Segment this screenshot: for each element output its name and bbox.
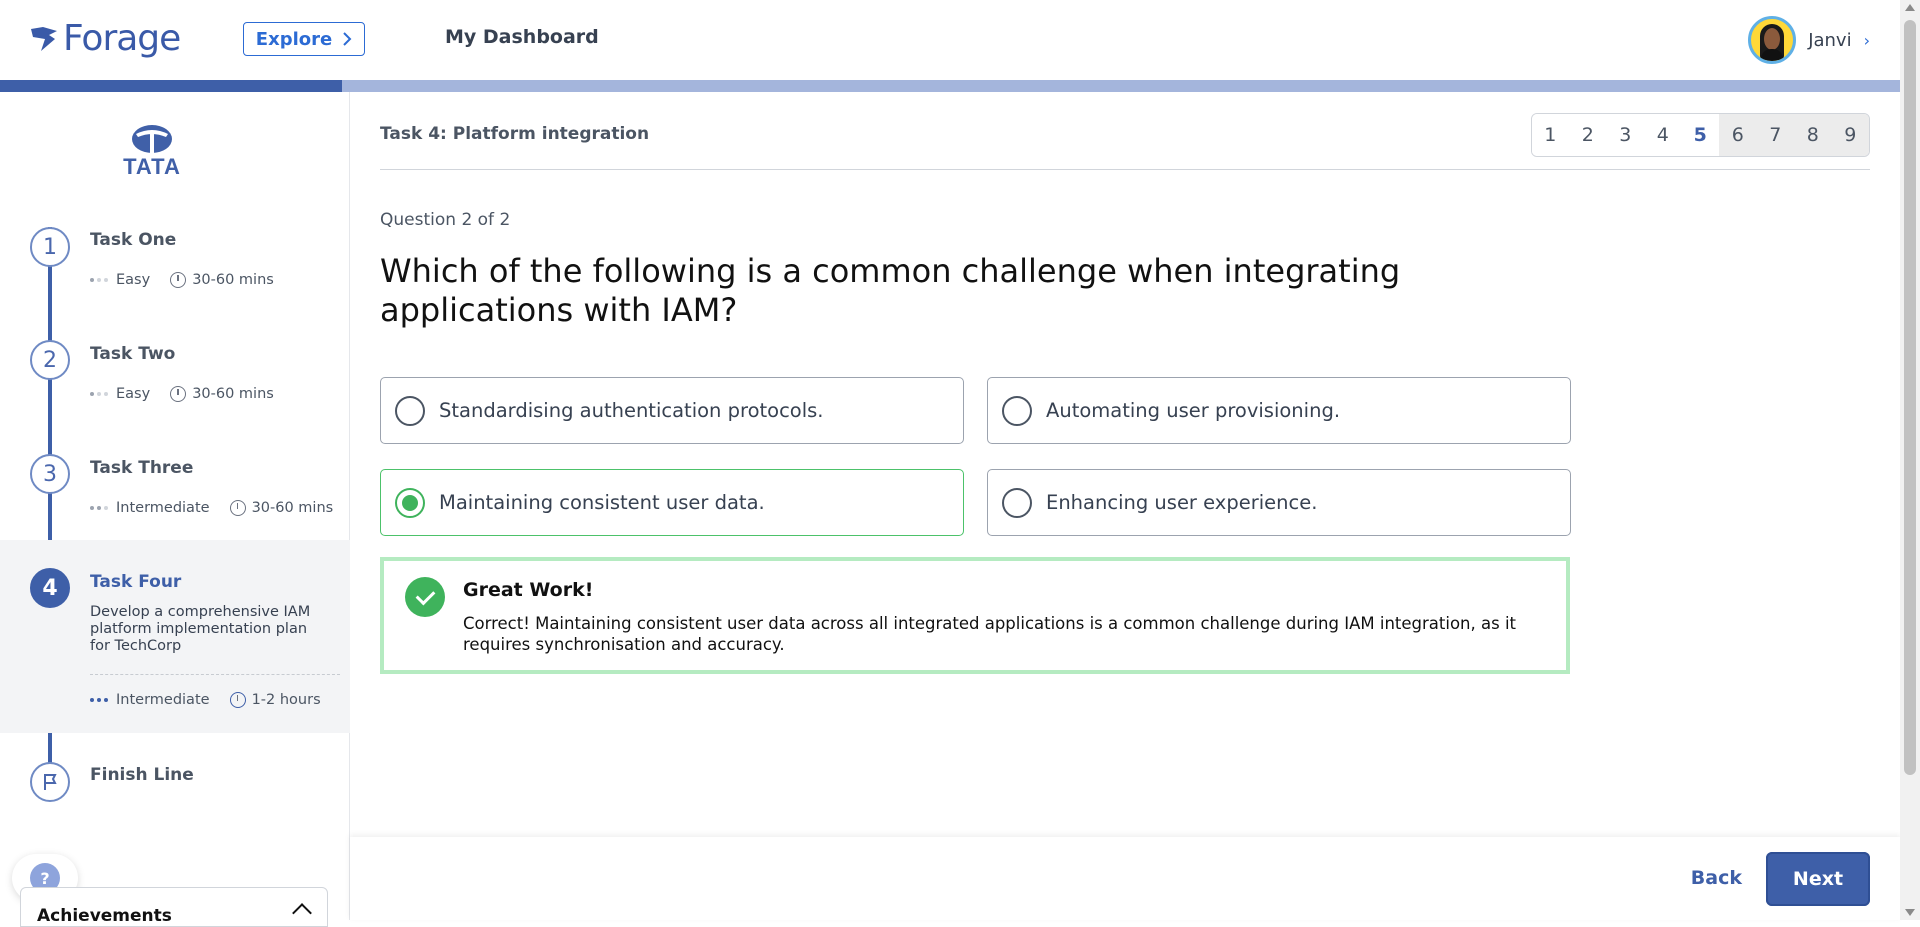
- question-count: Question 2 of 2: [380, 210, 511, 230]
- pager-step-6[interactable]: 6: [1719, 114, 1757, 156]
- scroll-down-icon[interactable]: [1905, 909, 1915, 916]
- task-number: 1: [30, 227, 70, 267]
- difficulty-label: Easy: [116, 386, 151, 402]
- difficulty-dots-icon: [90, 698, 108, 702]
- duration-label: 30-60 mins: [251, 500, 334, 516]
- answer-option-2[interactable]: Automating user provisioning.: [987, 377, 1571, 444]
- top-header: Forage Explore My Dashboard Janvi ›: [0, 0, 1900, 80]
- task-number: 2: [30, 340, 70, 380]
- next-button[interactable]: Next: [1766, 852, 1870, 906]
- option-label: Standardising authentication protocols.: [439, 399, 824, 422]
- my-dashboard-link[interactable]: My Dashboard: [445, 26, 599, 48]
- scrollbar-thumb[interactable]: [1904, 20, 1916, 775]
- tata-emblem-icon: [132, 125, 172, 154]
- radio-selected-icon: [395, 487, 425, 518]
- forage-logo[interactable]: Forage: [29, 18, 181, 59]
- flag-icon: [30, 762, 70, 802]
- task-title: Task Three: [90, 458, 194, 478]
- pager-step-4[interactable]: 4: [1644, 114, 1682, 156]
- divider: [90, 674, 340, 675]
- brand-name: Forage: [63, 18, 181, 59]
- user-name: Janvi: [1808, 29, 1852, 51]
- feedback-title: Great Work!: [463, 579, 594, 601]
- task-meta: Easy 30-60 mins: [90, 272, 274, 288]
- page-scrollbar[interactable]: [1900, 0, 1920, 920]
- duration-label: 1-2 hours: [251, 692, 321, 708]
- radio-icon: [395, 395, 425, 426]
- task-number: 3: [30, 454, 70, 494]
- difficulty-dots-icon: [90, 506, 108, 510]
- option-label: Enhancing user experience.: [1046, 491, 1318, 514]
- radio-icon: [1002, 395, 1032, 426]
- progress-bar: [0, 80, 1900, 92]
- task-meta: Intermediate 1-2 hours: [90, 692, 321, 708]
- pager-step-7[interactable]: 7: [1756, 114, 1794, 156]
- company-logo-text: TATA: [123, 154, 181, 179]
- achievements-panel-toggle[interactable]: Achievements: [20, 887, 328, 927]
- pager-step-3[interactable]: 3: [1606, 114, 1644, 156]
- achievements-label: Achievements: [37, 906, 172, 926]
- explore-button[interactable]: Explore: [243, 22, 365, 56]
- question-text: Which of the following is a common chall…: [380, 252, 1401, 329]
- progress-fill: [0, 80, 342, 92]
- pager-step-5[interactable]: 5: [1681, 114, 1719, 156]
- difficulty-dots-icon: [90, 392, 108, 396]
- feedback-panel: Great Work! Correct! Maintaining consist…: [380, 557, 1570, 674]
- difficulty-label: Intermediate: [116, 692, 210, 708]
- bottom-nav: Back Next: [350, 837, 1900, 920]
- task-header-title: Task 4: Platform integration: [380, 124, 650, 144]
- task-number: 4: [30, 568, 70, 608]
- chevron-right-icon: ›: [1863, 30, 1870, 50]
- scroll-up-icon[interactable]: [1905, 4, 1915, 11]
- avatar: [1748, 16, 1797, 64]
- option-label: Automating user provisioning.: [1046, 399, 1341, 422]
- duration-label: 30-60 mins: [192, 386, 274, 402]
- task-header: Task 4: Platform integration 1 2 3 4 5 6…: [380, 92, 1870, 170]
- pager-step-1[interactable]: 1: [1531, 114, 1569, 156]
- pager-step-9[interactable]: 9: [1831, 114, 1869, 156]
- option-label: Maintaining consistent user data.: [439, 491, 765, 514]
- task-meta: Intermediate 30-60 mins: [90, 500, 333, 516]
- back-button[interactable]: Back: [1691, 867, 1742, 889]
- step-pager: 1 2 3 4 5 6 7 8 9: [1530, 113, 1870, 157]
- sidebar-item-task-four[interactable]: 4 Task Four Develop a comprehensive IAM …: [0, 540, 350, 733]
- tata-logo: TATA: [120, 124, 184, 180]
- answer-option-1[interactable]: Standardising authentication protocols.: [380, 377, 964, 444]
- clock-icon: [170, 272, 187, 288]
- chevron-right-icon: [343, 32, 352, 46]
- task-title: Task Two: [90, 344, 176, 364]
- pager-step-2[interactable]: 2: [1569, 114, 1607, 156]
- answer-option-3[interactable]: Maintaining consistent user data.: [380, 469, 964, 536]
- explore-label: Explore: [255, 28, 333, 50]
- task-description: Develop a comprehensive IAM platform imp…: [90, 604, 311, 654]
- clock-icon: [170, 386, 187, 402]
- difficulty-label: Intermediate: [116, 500, 210, 516]
- clock-icon: [229, 692, 246, 708]
- task-title: Task One: [90, 230, 177, 250]
- clock-icon: [229, 500, 246, 516]
- finish-line-label: Finish Line: [90, 765, 194, 785]
- answer-option-4[interactable]: Enhancing user experience.: [987, 469, 1571, 536]
- radio-icon: [1002, 487, 1032, 518]
- feedback-body: Correct! Maintaining consistent user dat…: [463, 614, 1517, 654]
- difficulty-dots-icon: [90, 278, 108, 282]
- user-menu[interactable]: Janvi ›: [1748, 16, 1870, 64]
- task-title: Task Four: [90, 572, 182, 592]
- forage-logo-icon: [31, 26, 57, 51]
- task-meta: Easy 30-60 mins: [90, 386, 274, 402]
- pager-step-8[interactable]: 8: [1794, 114, 1832, 156]
- check-circle-icon: [405, 577, 445, 617]
- duration-label: 30-60 mins: [192, 272, 274, 288]
- difficulty-label: Easy: [116, 272, 151, 288]
